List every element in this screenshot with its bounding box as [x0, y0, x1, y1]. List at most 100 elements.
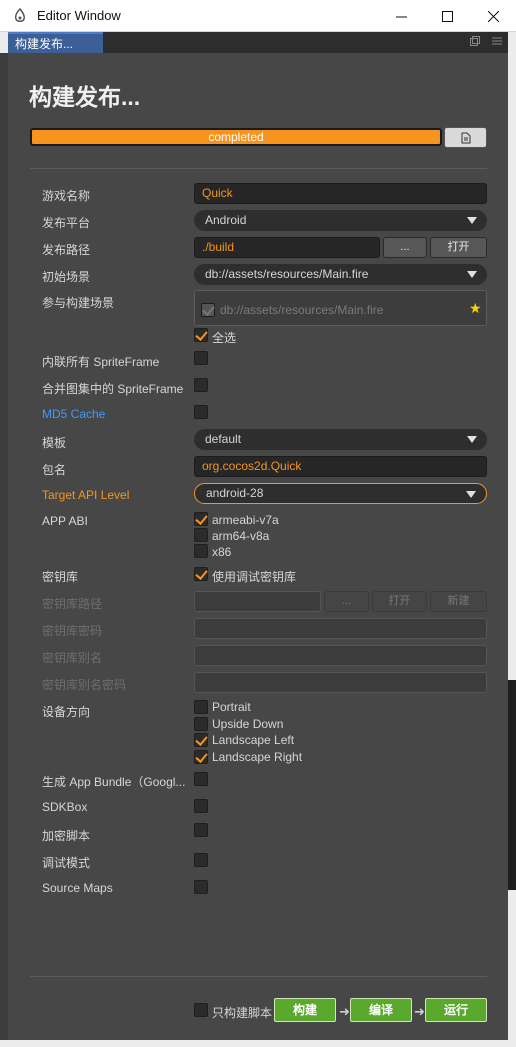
cocos-app-icon	[14, 8, 25, 22]
tab-bar: 构建发布...	[8, 32, 508, 53]
package-input[interactable]: org.cocos2d.Quick	[194, 456, 487, 477]
api-level-select[interactable]: android-28	[194, 483, 487, 504]
inline-sprite-label: 内联所有 SpriteFrame	[42, 355, 160, 369]
keystore-new-button[interactable]: 新建	[430, 591, 487, 612]
build-script-only-checkbox[interactable]	[194, 1003, 208, 1017]
sdkbox-checkbox[interactable]	[194, 799, 208, 813]
path-browse-button[interactable]: ...	[383, 237, 427, 258]
abi-armeabi-label: armeabi-v7a	[212, 513, 279, 527]
page-title: 构建发布...	[29, 84, 141, 110]
run-button[interactable]: 运行	[425, 998, 487, 1022]
debug-label: 调试模式	[42, 856, 91, 870]
md5-checkbox[interactable]	[194, 405, 208, 419]
source-maps-label: Source Maps	[42, 881, 113, 895]
sdkbox-label: SDKBox	[42, 800, 88, 814]
scene-list: db://assets/resources/Main.fire ★	[194, 290, 487, 326]
path-open-button[interactable]: 打开	[430, 237, 487, 258]
scene-checkbox[interactable]	[201, 303, 215, 317]
minimize-icon	[395, 16, 407, 17]
keystore-password-label: 密钥库密码	[42, 624, 103, 638]
template-label: 模板	[42, 436, 67, 450]
divider-bottom	[30, 976, 487, 977]
platform-label: 发布平台	[42, 216, 91, 230]
api-level-label: Target API Level	[42, 488, 130, 502]
keystore-alias-label: 密钥库别名	[42, 651, 103, 665]
select-all-checkbox[interactable]	[194, 328, 208, 342]
keystore-browse-button[interactable]: ...	[324, 591, 369, 612]
start-scene-label: 初始场景	[42, 270, 91, 284]
abi-label: APP ABI	[42, 514, 88, 528]
build-button[interactable]: 构建	[274, 998, 336, 1022]
source-maps-checkbox[interactable]	[194, 880, 208, 894]
panel-left-strip	[0, 53, 8, 1040]
keystore-password-input[interactable]	[194, 618, 487, 639]
compile-button[interactable]: 编译	[350, 998, 412, 1022]
keystore-label: 密钥库	[42, 570, 79, 584]
encrypt-checkbox[interactable]	[194, 823, 208, 837]
template-select[interactable]: default	[194, 429, 487, 450]
debug-keystore-checkbox[interactable]	[194, 567, 208, 581]
abi-x86-checkbox[interactable]	[194, 544, 208, 558]
progress-bar: completed	[30, 128, 442, 146]
close-icon	[487, 10, 499, 22]
keystore-alias-input[interactable]	[194, 645, 487, 666]
start-scene-select[interactable]: db://assets/resources/Main.fire	[194, 264, 487, 285]
orientation-landscape-right-label: Landscape Right	[212, 750, 303, 764]
close-button[interactable]	[470, 0, 516, 32]
open-log-button[interactable]	[444, 127, 487, 148]
merge-sprite-checkbox[interactable]	[194, 378, 208, 392]
encrypt-label: 加密脚本	[42, 829, 91, 843]
maximize-icon	[441, 10, 453, 22]
orientation-upside-down-label: Upside Down	[212, 717, 284, 731]
tab-build[interactable]: 构建发布...	[8, 32, 103, 53]
abi-arm64-label: arm64-v8a	[212, 529, 270, 543]
menu-icon[interactable]	[492, 36, 502, 46]
keystore-path-input[interactable]	[194, 591, 321, 612]
keystore-alias-password-label: 密钥库别名密码	[42, 678, 127, 692]
caret-down-icon	[467, 271, 477, 278]
inline-sprite-checkbox[interactable]	[194, 351, 208, 365]
star-icon: ★	[469, 300, 482, 316]
abi-armeabi-checkbox[interactable]	[194, 512, 208, 526]
orientation-upside-down-checkbox[interactable]	[194, 717, 208, 731]
start-scene-value: db://assets/resources/Main.fire	[205, 267, 369, 281]
debug-keystore-label: 使用调试密钥库	[212, 570, 297, 584]
build-script-only-label: 只构建脚本	[212, 1006, 273, 1020]
platform-select[interactable]: Android	[194, 210, 487, 231]
keystore-open-button[interactable]: 打开	[372, 591, 427, 612]
orientation-landscape-right-checkbox[interactable]	[194, 750, 208, 764]
caret-down-icon	[467, 217, 477, 224]
scenes-label: 参与构建场景	[42, 296, 115, 310]
arrow-right-icon: ➜	[339, 1004, 350, 1019]
abi-x86-label: x86	[212, 545, 232, 559]
keystore-alias-password-input[interactable]	[194, 672, 487, 693]
orientation-portrait-checkbox[interactable]	[194, 700, 208, 714]
orientation-landscape-left-checkbox[interactable]	[194, 733, 208, 747]
merge-sprite-label: 合并图集中的 SpriteFrame	[42, 382, 184, 396]
orientation-landscape-left-label: Landscape Left	[212, 733, 295, 747]
app-bundle-label: 生成 App Bundle（Googl...	[42, 775, 186, 789]
keystore-path-label: 密钥库路径	[42, 597, 103, 611]
api-level-value: android-28	[206, 486, 264, 500]
path-label: 发布路径	[42, 243, 91, 257]
path-input[interactable]: ./build	[194, 237, 380, 258]
orientation-portrait-label: Portrait	[212, 700, 251, 714]
caret-down-icon	[467, 436, 477, 443]
game-name-label: 游戏名称	[42, 189, 91, 203]
maximize-button[interactable]	[424, 0, 470, 32]
caret-down-icon	[466, 491, 476, 498]
package-label: 包名	[42, 463, 67, 477]
window-title: Editor Window	[37, 8, 121, 23]
template-value: default	[205, 432, 242, 446]
game-name-input[interactable]: Quick	[194, 183, 487, 204]
debug-checkbox[interactable]	[194, 853, 208, 867]
arrow-right-icon: ➜	[414, 1004, 425, 1019]
minimize-button[interactable]	[378, 0, 424, 32]
md5-label: MD5 Cache	[42, 407, 106, 421]
orientation-label: 设备方向	[42, 705, 91, 719]
popout-icon[interactable]	[470, 36, 480, 46]
scene-item: db://assets/resources/Main.fire	[220, 303, 384, 317]
abi-arm64-checkbox[interactable]	[194, 528, 208, 542]
window-titlebar: Editor Window	[0, 0, 516, 32]
app-bundle-checkbox[interactable]	[194, 772, 208, 786]
